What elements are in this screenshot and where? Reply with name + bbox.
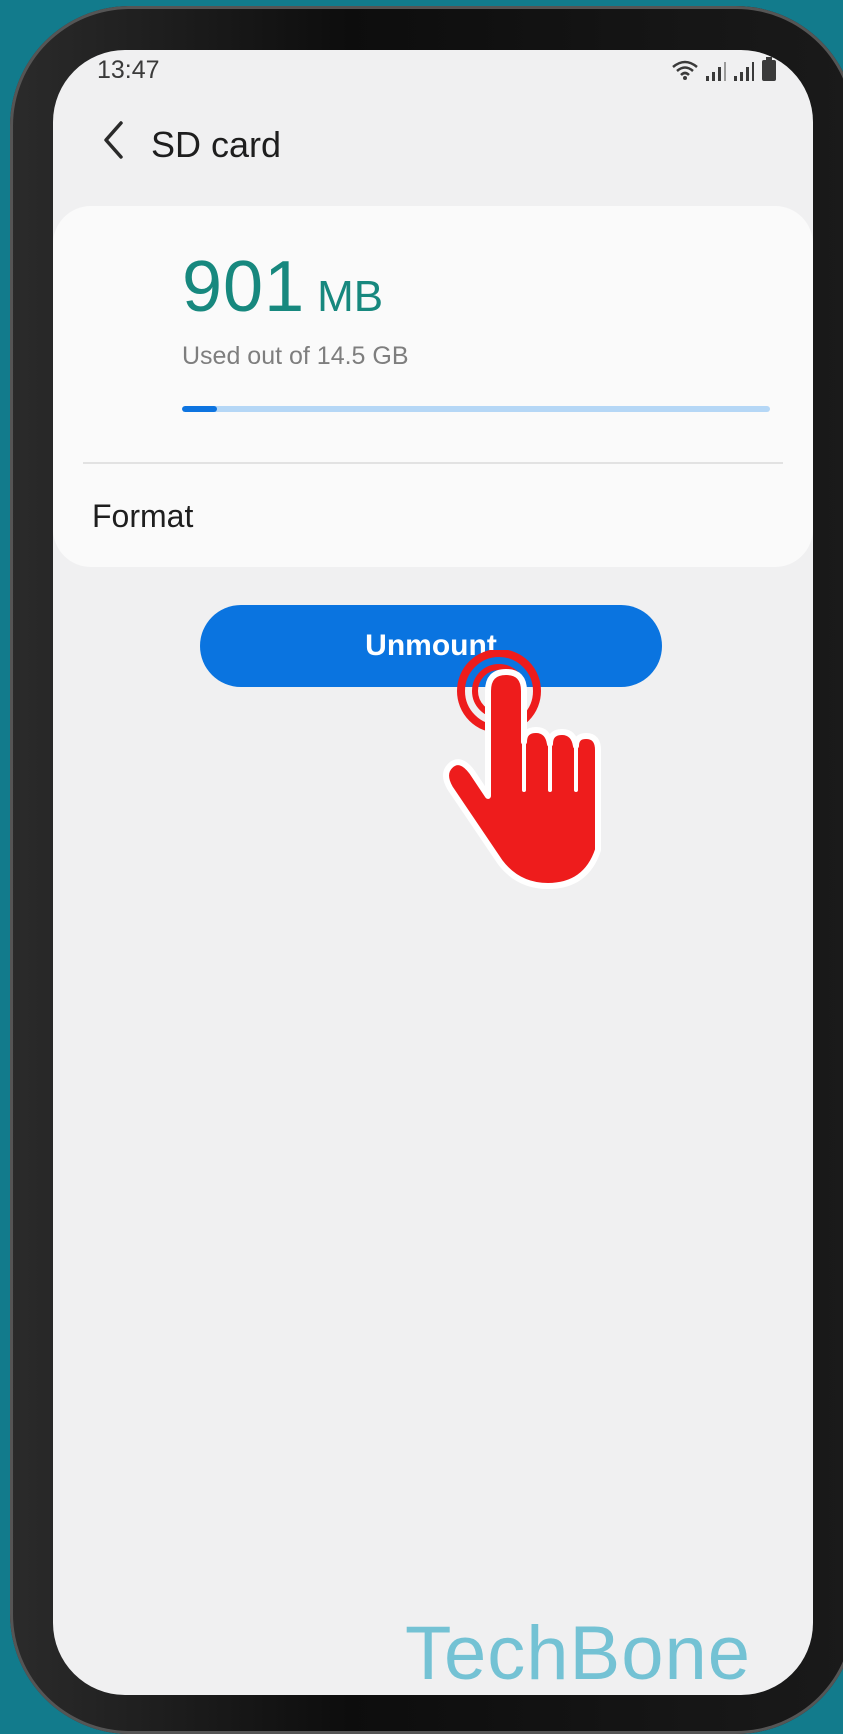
- format-item[interactable]: Format: [53, 464, 813, 567]
- wifi-icon: [671, 59, 699, 86]
- storage-card: 901 MB Used out of 14.5 GB Format: [53, 206, 813, 567]
- battery-icon: [761, 57, 777, 86]
- used-unit: MB: [317, 272, 384, 321]
- page-title: SD card: [151, 124, 282, 165]
- used-caption: Used out of 14.5 GB: [182, 342, 409, 370]
- signal-icon: [733, 61, 755, 86]
- status-icons: [671, 57, 777, 86]
- used-value: 901: [182, 247, 306, 327]
- phone-screen: 13:47 SD card 901 MB Used out of 14.5 GB…: [53, 50, 813, 1695]
- status-bar: 13:47: [53, 50, 813, 90]
- storage-used: 901 MB: [182, 246, 383, 328]
- signal-icon: [705, 61, 727, 86]
- storage-progress-fill: [182, 406, 218, 412]
- tap-hand-icon: [436, 649, 636, 890]
- back-button[interactable]: [89, 118, 137, 166]
- status-time: 13:47: [97, 56, 160, 84]
- watermark: TechBone: [405, 1611, 752, 1695]
- format-label: Format: [92, 498, 194, 534]
- storage-progress-bar: [182, 406, 770, 412]
- chevron-left-icon: [101, 120, 125, 165]
- app-header: SD card: [53, 110, 813, 180]
